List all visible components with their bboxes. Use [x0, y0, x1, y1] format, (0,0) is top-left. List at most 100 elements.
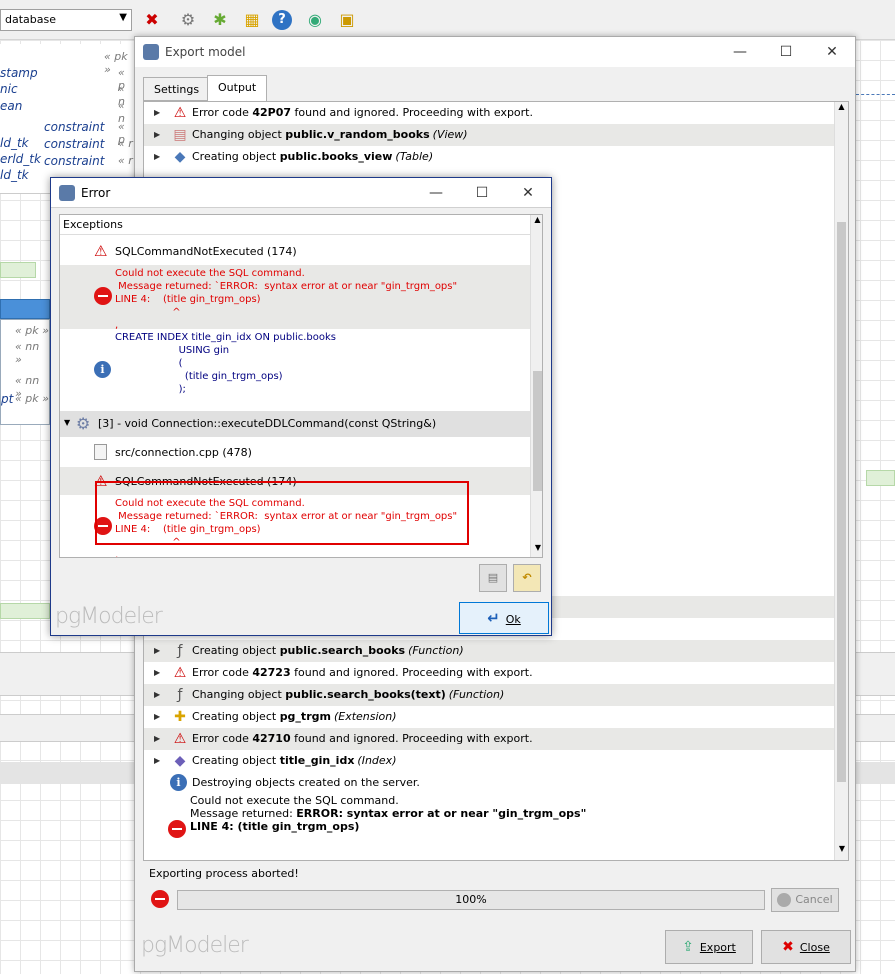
- close-window-button[interactable]: ✕: [809, 37, 855, 67]
- expand-arrow-icon[interactable]: ▶: [154, 662, 160, 684]
- list-item[interactable]: ▶ ◆ Creating object title_gin_idx (Index): [144, 750, 834, 772]
- scroll-thumb[interactable]: [837, 222, 846, 782]
- list-item[interactable]: ▶ ▤ Changing object public.v_random_books(…: [144, 124, 834, 146]
- expand-arrow-icon[interactable]: ▶: [154, 684, 160, 706]
- ok-button[interactable]: ↵ Ok: [459, 602, 549, 634]
- database-combo-value: database: [5, 13, 56, 26]
- scroll-down-icon[interactable]: ▼: [835, 844, 848, 853]
- bug-icon[interactable]: ✱: [208, 8, 232, 32]
- warning-icon: ⚠: [173, 731, 187, 747]
- column-name: ld_tk: [0, 136, 29, 150]
- expand-arrow-icon[interactable]: ▶: [154, 102, 160, 124]
- list-item[interactable]: ▶ ✚ Creating object pg_trgm (Extension): [144, 706, 834, 728]
- relationship-label[interactable]: [0, 603, 50, 619]
- close-window-button[interactable]: ✕: [505, 178, 551, 208]
- list-item[interactable]: Could not execute the SQL command. Messa…: [60, 265, 530, 331]
- update-icon[interactable]: ◉: [303, 8, 327, 32]
- view-icon: ▤: [173, 127, 187, 143]
- expand-arrow-icon[interactable]: ▶: [154, 750, 160, 772]
- stack-node: [3] - void Connection::executeDDLCommand…: [98, 417, 437, 430]
- log-pre: Creating object: [192, 150, 280, 163]
- log-pre: Creating object: [192, 644, 280, 657]
- warning-icon: ⚠: [173, 665, 187, 681]
- maximize-button[interactable]: ☐: [459, 178, 505, 208]
- revert-button[interactable]: ↶: [513, 564, 541, 592]
- close-button[interactable]: ✖ Close: [761, 930, 851, 964]
- vertical-scrollbar[interactable]: ▲ ▼: [834, 102, 848, 860]
- pk-tag: « pk »: [15, 392, 49, 405]
- table-body[interactable]: « pk » « nn » « nn » pt « pk »: [0, 319, 50, 425]
- pgmodeler-app-icon: [59, 185, 75, 201]
- log-post: found and ignored. Proceeding with expor…: [290, 666, 533, 679]
- expand-arrow-icon[interactable]: ▶: [154, 146, 160, 168]
- list-item[interactable]: ▶ ƒ Creating object public.search_books (Fu…: [144, 640, 834, 662]
- help-icon[interactable]: ?: [272, 10, 292, 30]
- expand-arrow-icon[interactable]: ▶: [154, 640, 160, 662]
- maximize-button[interactable]: ☐: [763, 37, 809, 67]
- title-bar: Error — ☐ ✕: [51, 178, 551, 208]
- log-bold: public.books_view: [279, 150, 393, 163]
- highlight-box: [95, 481, 469, 545]
- relationship-label[interactable]: [866, 470, 895, 486]
- list-item[interactable]: Could not execute the SQL command. Messa…: [144, 794, 834, 860]
- exception-title: SQLCommandNotExecuted (174): [115, 245, 297, 258]
- plugins-icon[interactable]: ▦: [240, 8, 264, 32]
- cancel-button[interactable]: Cancel: [771, 888, 839, 912]
- chevron-down-icon: ▼: [119, 12, 127, 23]
- log-text: Destroying objects created on the server…: [192, 776, 420, 789]
- vertical-scrollbar[interactable]: ▲ ▼: [530, 215, 542, 557]
- delete-icon[interactable]: ✖: [140, 8, 164, 32]
- source-location: src/connection.cpp (478): [115, 446, 252, 459]
- column-name: pt: [1, 392, 14, 406]
- table-header[interactable]: [0, 299, 50, 319]
- log-bold: 42723: [252, 666, 291, 679]
- list-item[interactable]: ▶ ƒ Changing object public.search_books(te…: [144, 684, 834, 706]
- list-item[interactable]: ▼ ⚙ [3] - void Connection::executeDDLCom…: [60, 411, 530, 437]
- expand-arrow-icon[interactable]: ▶: [154, 706, 160, 728]
- minimize-button[interactable]: —: [413, 178, 459, 208]
- database-combo[interactable]: database ▼: [0, 9, 132, 31]
- list-item[interactable]: src/connection.cpp (478): [60, 437, 530, 467]
- log-pre: Changing object: [192, 688, 286, 701]
- scroll-thumb[interactable]: [533, 371, 542, 491]
- pgmodeler-logo: pgModeler: [55, 604, 163, 629]
- expand-arrow-icon[interactable]: ▼: [64, 418, 70, 427]
- tab-settings[interactable]: Settings: [143, 77, 211, 101]
- minimize-button[interactable]: —: [717, 37, 763, 67]
- list-item[interactable]: i Destroying objects created on the serv…: [144, 772, 834, 794]
- log-pre: Error code: [192, 666, 253, 679]
- list-item[interactable]: ⚠ SQLCommandNotExecuted (174): [60, 237, 530, 265]
- table-widget[interactable]: « pk » stamp « p nic « n ean « n ld_tk c…: [0, 44, 134, 194]
- list-item[interactable]: i CREATE INDEX title_gin_idx ON public.b…: [60, 329, 530, 409]
- expand-arrow-icon[interactable]: ▶: [154, 124, 160, 146]
- column-name: ld_tk: [0, 168, 29, 182]
- list-item[interactable]: ▶ ◆ Creating object public.books_view (Tabl…: [144, 146, 834, 168]
- tab-output[interactable]: Output: [207, 75, 268, 102]
- about-icon[interactable]: ▣: [335, 8, 359, 32]
- column-name: nic: [0, 82, 18, 96]
- tree-header: Exceptions: [60, 215, 530, 235]
- scroll-up-icon[interactable]: ▲: [835, 102, 848, 116]
- column-name: ean: [0, 99, 23, 113]
- list-item[interactable]: ▶ ⚠ Error code 42P07 found and ignored. Pr…: [144, 102, 834, 124]
- export-button[interactable]: ⇪ Export: [665, 930, 753, 964]
- index-icon: ◆: [174, 753, 186, 769]
- settings-gear-icon[interactable]: ⚙: [176, 8, 200, 32]
- function-icon: ƒ: [177, 643, 183, 659]
- relationship-label[interactable]: [0, 262, 36, 278]
- gear-icon: ⚙: [76, 414, 91, 433]
- warning-icon: ⚠: [94, 242, 108, 260]
- list-item[interactable]: ▶ ⚠ Error code 42710 found and ignored. Pr…: [144, 728, 834, 750]
- log-type: (Index): [357, 754, 397, 767]
- scroll-up-icon[interactable]: ▲: [531, 215, 542, 224]
- log-pre: Changing object: [192, 128, 286, 141]
- scroll-down-icon[interactable]: ▼: [531, 543, 542, 552]
- list-item[interactable]: ▶ ⚠ Error code 42723 found and ignored. Pr…: [144, 662, 834, 684]
- show-raw-button[interactable]: ▤: [479, 564, 507, 592]
- column-tag: « r: [118, 154, 133, 167]
- constraint-label: constraint: [44, 137, 105, 151]
- log-post: found and ignored. Proceeding with expor…: [290, 732, 533, 745]
- enter-arrow-icon: ↵: [487, 609, 500, 627]
- log-type: (Extension): [333, 710, 397, 723]
- expand-arrow-icon[interactable]: ▶: [154, 728, 160, 750]
